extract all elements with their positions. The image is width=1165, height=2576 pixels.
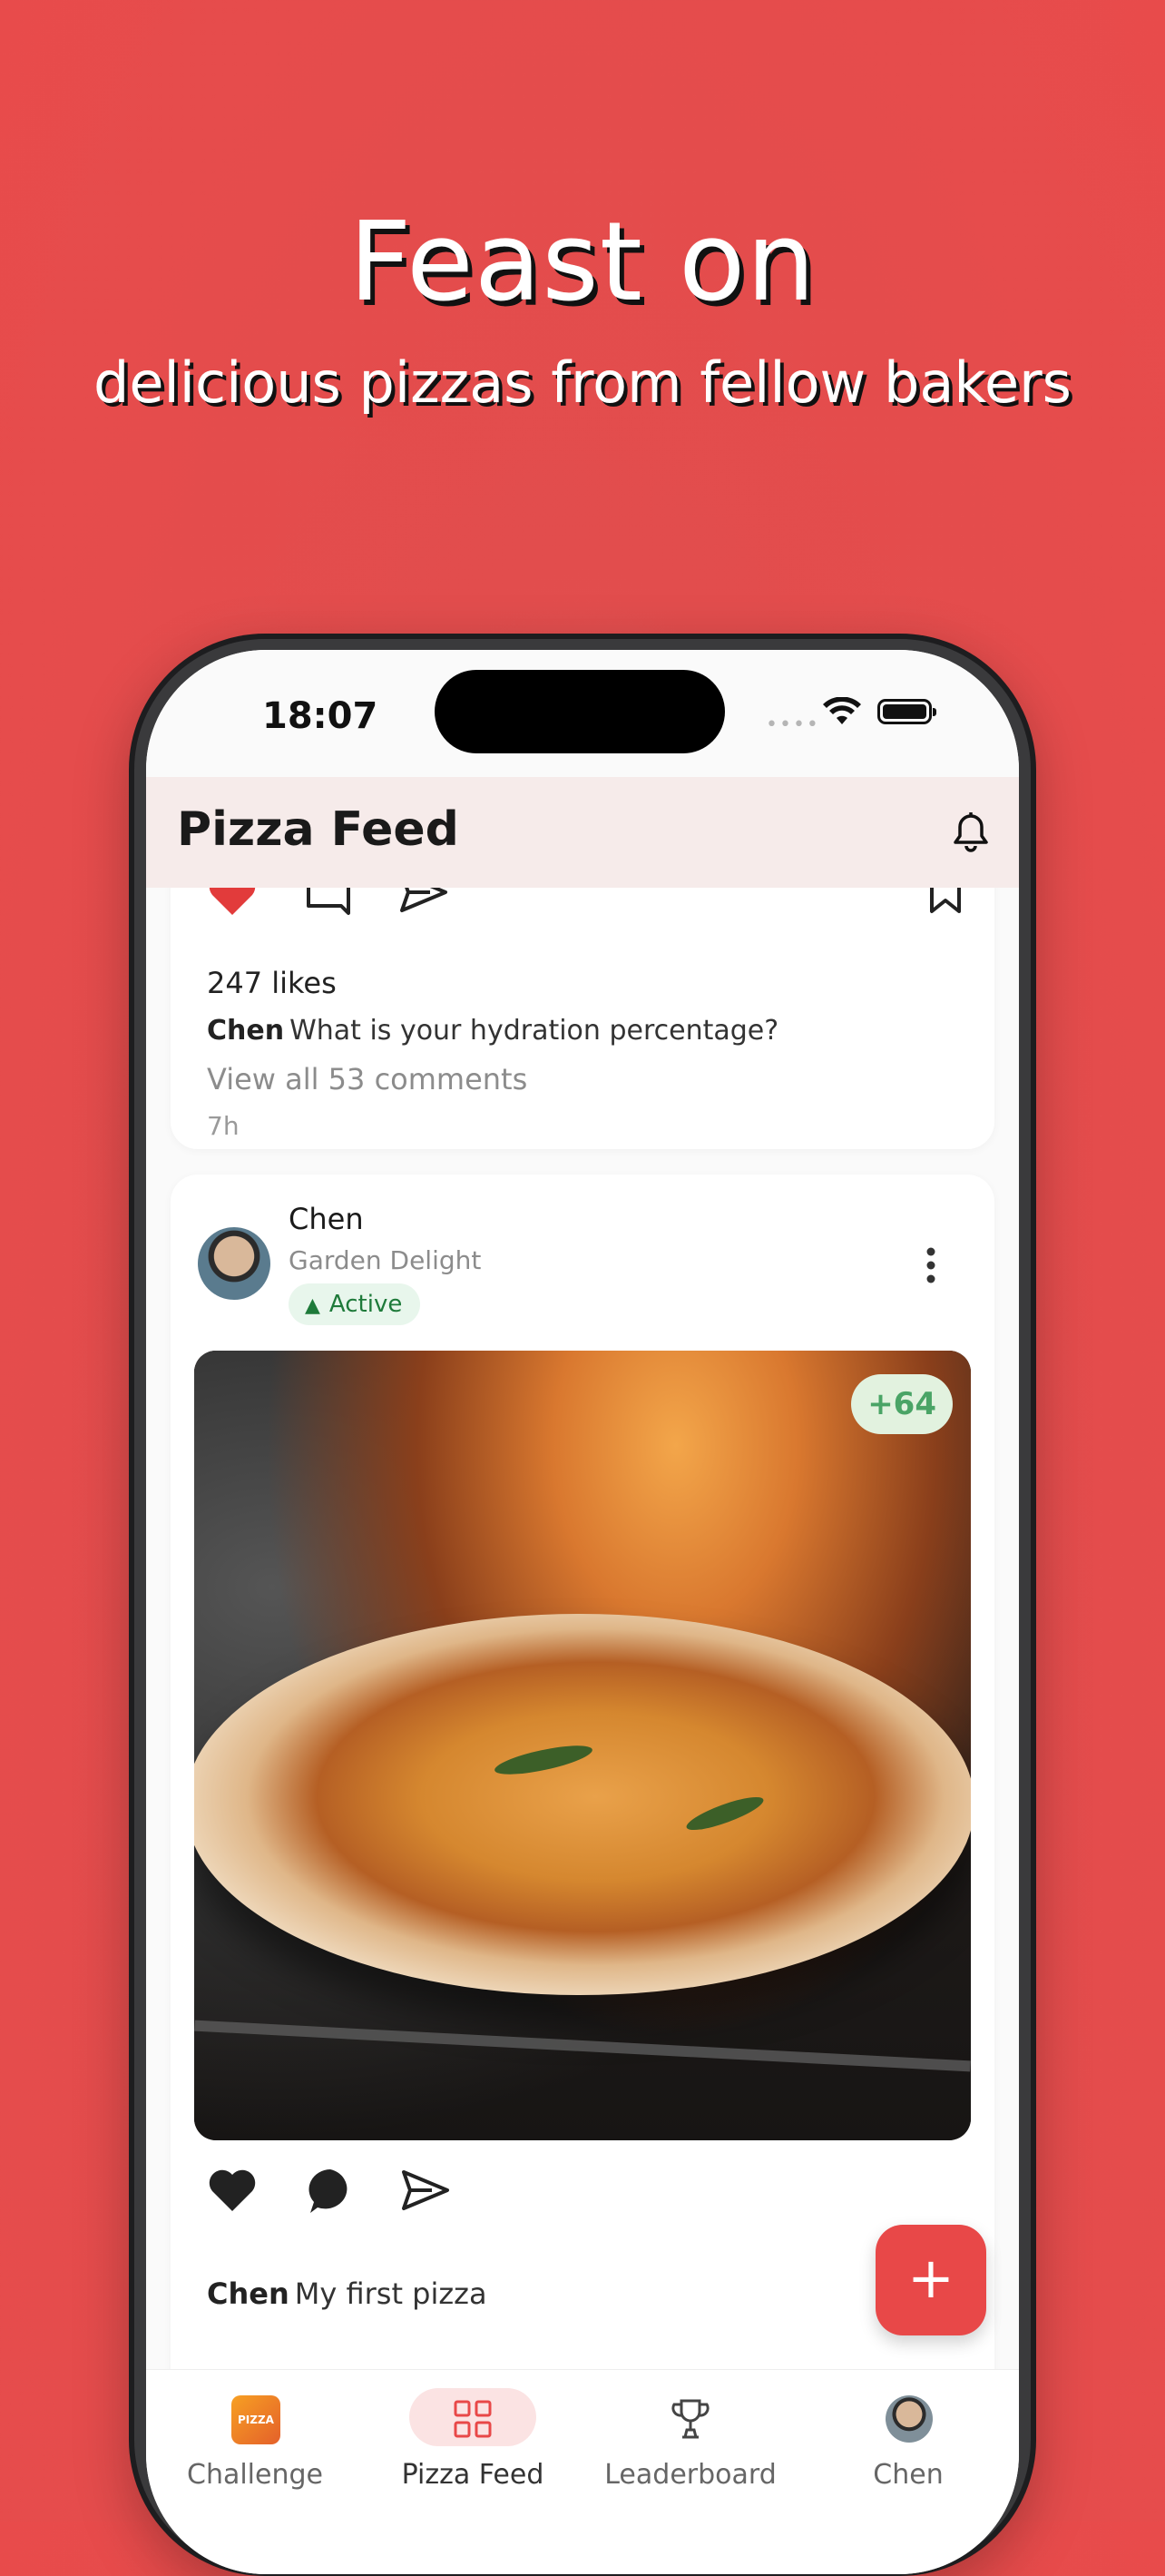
points-badge: +64 — [851, 1374, 953, 1434]
challenge-logo-icon: PIZZA — [231, 2395, 280, 2444]
status-time: 18:07 — [262, 695, 378, 737]
avatar[interactable] — [198, 1227, 270, 1300]
share-icon[interactable] — [399, 888, 448, 913]
post-card: Chen Garden Delight ▲ Active +64 Chen My… — [171, 1175, 994, 2369]
trophy-icon — [671, 2399, 710, 2439]
post-card: 247 likes Chen What is your hydration per… — [171, 888, 994, 1149]
bookmark-icon[interactable] — [929, 888, 962, 915]
caption-author[interactable]: Chen — [207, 2276, 289, 2311]
wifi-icon — [823, 697, 861, 724]
tab-leaderboard[interactable]: Leaderboard — [582, 2370, 799, 2551]
battery-icon — [877, 699, 936, 724]
post-caption: Chen What is your hydration percentage? — [207, 1015, 778, 1047]
post-time: 7h — [207, 1111, 240, 1141]
comment-icon[interactable] — [305, 888, 352, 917]
tab-label: Challenge — [187, 2459, 323, 2491]
status-badge: ▲ Active — [289, 1283, 421, 1325]
share-icon[interactable] — [401, 2169, 450, 2211]
comment-filled-icon[interactable] — [305, 2166, 356, 2217]
post-author-name[interactable]: Chen — [289, 1202, 364, 1236]
tab-label: Chen — [873, 2459, 944, 2491]
tab-profile[interactable]: Chen — [799, 2370, 1017, 2551]
status-bar: 18:07 •••• — [146, 650, 1019, 777]
bottom-tab-bar: PIZZA Challenge Pizza Feed Leaderboard C… — [146, 2369, 1019, 2574]
tab-pizza-feed[interactable]: Pizza Feed — [364, 2370, 582, 2551]
flame-icon: ▲ — [305, 1294, 320, 1317]
tab-challenge[interactable]: PIZZA Challenge — [146, 2370, 364, 2551]
page-title: Pizza Feed — [177, 802, 459, 857]
tab-label: Pizza Feed — [401, 2459, 544, 2491]
avatar — [886, 2395, 933, 2443]
app-header: Pizza Feed — [146, 777, 1019, 888]
app-screen: 18:07 •••• Pizza Feed 247 likes Chen Wha… — [146, 650, 1019, 2574]
caption-author[interactable]: Chen — [207, 1015, 284, 1047]
view-comments-link[interactable]: View all 53 comments — [207, 1062, 527, 1096]
heart-filled-icon[interactable] — [207, 888, 258, 917]
tab-label: Leaderboard — [604, 2459, 777, 2491]
pizza-name: Garden Delight — [289, 1245, 482, 1275]
caption-text: My first pizza — [294, 2276, 487, 2311]
grid-icon — [454, 2400, 492, 2438]
post-actions — [171, 2164, 994, 2237]
pizza-image — [194, 1614, 971, 1995]
post-caption: Chen My first pizza — [207, 2276, 487, 2311]
notification-bell-icon[interactable] — [952, 811, 990, 853]
pizza-photo[interactable]: +64 — [194, 1351, 971, 2140]
feed[interactable]: 247 likes Chen What is your hydration per… — [146, 888, 1019, 2369]
dynamic-island — [435, 670, 725, 753]
more-options-icon[interactable] — [925, 1247, 936, 1283]
status-badge-label: Active — [328, 1291, 403, 1318]
add-post-button[interactable]: + — [876, 2225, 986, 2335]
cellular-signal-icon: •••• — [766, 713, 820, 736]
caption-text: What is your hydration percentage? — [289, 1015, 779, 1047]
promo-subheadline: delicious pizzas from fellow bakers — [93, 349, 1072, 416]
heart-icon[interactable] — [207, 2168, 258, 2213]
promo-headline: Feast on — [348, 200, 817, 326]
likes-count: 247 likes — [207, 966, 337, 1000]
